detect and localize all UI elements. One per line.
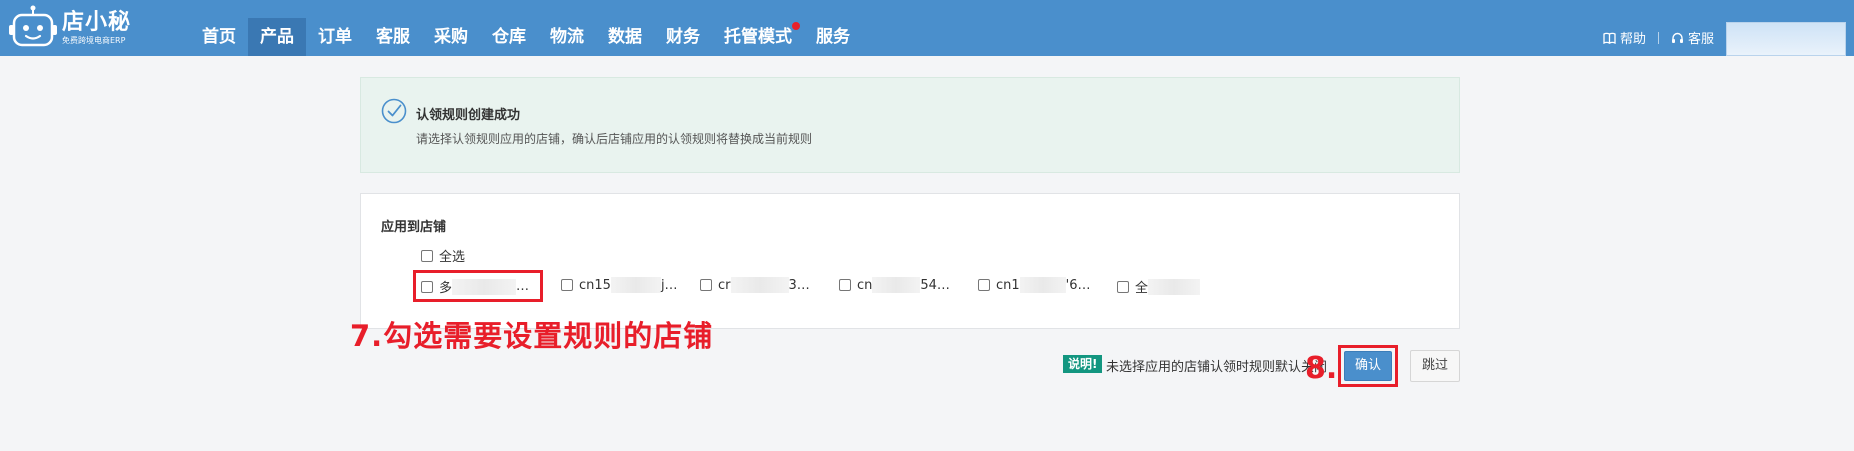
redacted-store-name [872, 277, 921, 293]
checkbox-box[interactable] [421, 249, 433, 262]
nav-orders[interactable]: 订单 [306, 18, 364, 56]
nav-products[interactable]: 产品 [248, 18, 306, 56]
store-name-prefix: cr [718, 277, 731, 293]
apply-to-stores-panel: 应用到店铺 全选 多 … cn15 j… cr 3… cn 54… cn1 '6… [360, 193, 1460, 329]
headset-icon [1671, 32, 1683, 43]
customer-service-label: 客服 [1687, 32, 1714, 47]
success-title: 认领规则创建成功 [416, 108, 521, 123]
success-description: 请选择认领规则应用的店铺，确认后店铺应用的认领规则将替换成当前规则 [416, 132, 813, 146]
annotation-step-7: 7.勾选需要设置规则的店铺 [350, 319, 714, 353]
select-all-checkbox[interactable]: 全选 [421, 246, 465, 265]
redacted-store-name [1019, 277, 1066, 293]
main-nav: 首页 产品 订单 客服 采购 仓库 物流 数据 财务 托管模式 服务 [190, 18, 862, 56]
robot-logo-icon [8, 5, 58, 51]
success-message-panel: 认领规则创建成功 请选择认领规则应用的店铺，确认后店铺应用的认领规则将替换成当前… [360, 77, 1460, 173]
checkbox-box[interactable] [700, 279, 712, 291]
store-name-suffix: '6… [1065, 277, 1091, 293]
nav-home[interactable]: 首页 [190, 18, 248, 56]
nav-data[interactable]: 数据 [596, 18, 654, 56]
nav-finance[interactable]: 财务 [654, 18, 712, 56]
check-circle-icon [381, 98, 407, 124]
store-checkbox-6[interactable]: 全 [1117, 277, 1201, 296]
annotation-step-8: 8. [1305, 351, 1338, 386]
store-name-suffix: j… [660, 277, 678, 293]
book-icon [1603, 32, 1616, 44]
confirm-button[interactable]: 确认 [1344, 351, 1392, 381]
notification-dot [792, 22, 800, 30]
store-checkbox-2[interactable]: cn15 j… [561, 277, 678, 293]
nav-hosting-mode-label: 托管模式 [724, 27, 792, 47]
help-label: 帮助 [1619, 32, 1646, 47]
nav-logistics[interactable]: 物流 [538, 18, 596, 56]
checkbox-box[interactable] [978, 279, 990, 291]
store-checkbox-3[interactable]: cr 3… [700, 277, 810, 293]
nav-customer-service[interactable]: 客服 [364, 18, 422, 56]
nav-purchasing[interactable]: 采购 [422, 18, 480, 56]
header-links: 帮助 客服 [1603, 28, 1714, 47]
store-name-suffix: 3… [788, 277, 810, 293]
store-name-prefix: cn [857, 277, 873, 293]
brand-subtitle: 免费跨境电商ERP [62, 36, 126, 45]
user-account-box[interactable] [1726, 22, 1846, 56]
redacted-store-name [1148, 278, 1201, 295]
help-link[interactable]: 帮助 [1603, 28, 1646, 47]
divider [1657, 31, 1659, 44]
top-navbar: 店小秘 免费跨境电商ERP 首页 产品 订单 客服 采购 仓库 物流 数据 财务… [0, 0, 1854, 56]
store-checkbox-5[interactable]: cn1 '6… [978, 277, 1091, 293]
nav-hosting-mode[interactable]: 托管模式 [712, 18, 804, 56]
brand-logo[interactable]: 店小秘 免费跨境电商ERP [8, 4, 131, 52]
note-text: 未选择应用的店铺认领时规则默认关闭 [1106, 360, 1328, 375]
store-checkbox-4[interactable]: cn 54… [839, 277, 950, 293]
redacted-store-name [610, 277, 661, 293]
note-badge: 说明! [1063, 355, 1103, 373]
checkbox-box[interactable] [1117, 280, 1129, 293]
store-name-prefix: cn1 [996, 277, 1020, 293]
store-name-prefix: cn15 [579, 277, 611, 293]
select-all-label: 全选 [439, 250, 466, 265]
store-name-prefix: 全 [1135, 281, 1149, 296]
nav-warehouse[interactable]: 仓库 [480, 18, 538, 56]
apply-section-title: 应用到店铺 [381, 220, 447, 235]
nav-services[interactable]: 服务 [804, 18, 862, 56]
checkbox-box[interactable] [839, 279, 851, 291]
highlight-box-store [413, 270, 543, 302]
highlight-box-confirm: 确认 [1338, 345, 1398, 387]
skip-button[interactable]: 跳过 [1410, 350, 1460, 382]
redacted-store-name [730, 277, 789, 293]
checkbox-box[interactable] [561, 279, 573, 291]
store-name-suffix: 54… [920, 277, 950, 293]
brand-title: 店小秘 [62, 10, 132, 35]
customer-service-link[interactable]: 客服 [1671, 28, 1714, 47]
